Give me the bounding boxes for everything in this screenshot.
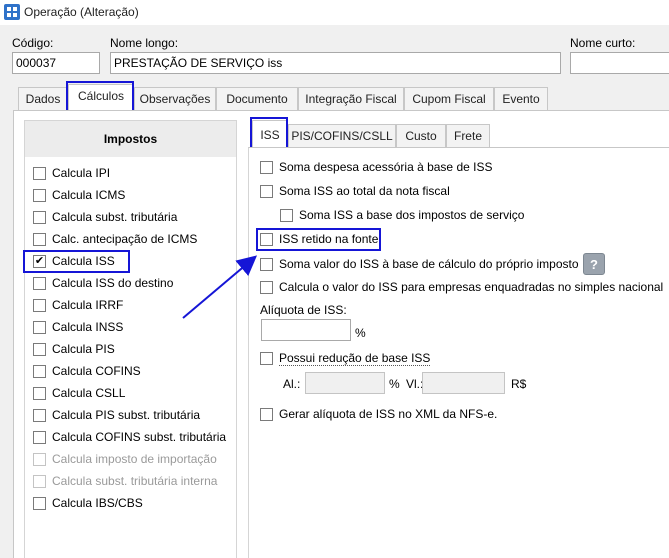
annotation-arrow xyxy=(182,255,258,319)
